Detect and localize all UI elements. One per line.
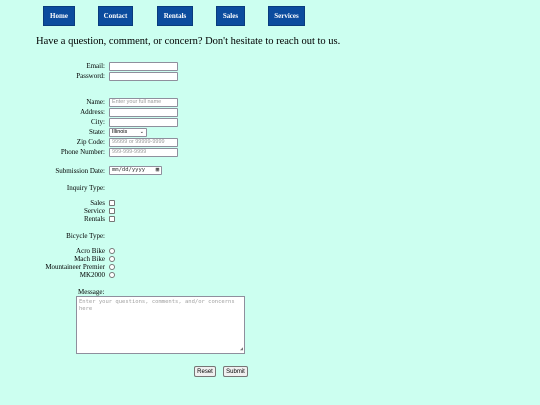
bicycle-option-label: MK2000 bbox=[79, 271, 105, 279]
name-label: Name: bbox=[86, 98, 105, 106]
bicycle-acro-radio[interactable] bbox=[109, 248, 115, 254]
zip-label: Zip Code: bbox=[76, 138, 105, 146]
bicycle-option-label: Mach Bike bbox=[74, 255, 105, 263]
inquiry-option-label: Rentals bbox=[84, 215, 105, 223]
intro-text: Have a question, comment, or concern? Do… bbox=[36, 36, 341, 47]
chevron-down-icon: ⌄ bbox=[139, 129, 144, 135]
phone-field[interactable]: 999-999-9999 bbox=[109, 148, 178, 157]
phone-label: Phone Number: bbox=[60, 148, 105, 156]
password-field[interactable] bbox=[109, 72, 178, 81]
inquiry-sales-checkbox[interactable] bbox=[109, 200, 115, 206]
password-label: Password: bbox=[76, 72, 105, 80]
message-placeholder: Enter your questions, comments, and/or c… bbox=[79, 299, 235, 312]
reset-button[interactable]: Reset bbox=[194, 366, 216, 377]
state-value: Illinois bbox=[112, 129, 128, 135]
city-field[interactable] bbox=[109, 118, 178, 127]
nav-home[interactable]: Home bbox=[43, 6, 75, 26]
submission-date-field[interactable]: mm/dd/yyyy ▦ bbox=[109, 166, 162, 175]
name-field[interactable]: Enter your full name bbox=[109, 98, 178, 107]
email-label: Email: bbox=[86, 62, 105, 70]
date-placeholder: mm/dd/yyyy bbox=[112, 167, 146, 173]
state-label: State: bbox=[89, 128, 105, 136]
message-label: Message: bbox=[78, 288, 105, 296]
inquiry-option-label: Sales bbox=[90, 199, 105, 207]
email-field[interactable] bbox=[109, 62, 178, 71]
resize-grip-icon[interactable]: ◢ bbox=[240, 346, 243, 353]
calendar-icon[interactable]: ▦ bbox=[156, 167, 159, 174]
bicycle-mountaineer-radio[interactable] bbox=[109, 264, 115, 270]
nav-services[interactable]: Services bbox=[268, 6, 305, 26]
nav-contact[interactable]: Contact bbox=[98, 6, 133, 26]
city-label: City: bbox=[90, 118, 105, 126]
bicycle-option-label: Acro Bike bbox=[76, 247, 105, 255]
nav-rentals[interactable]: Rentals bbox=[157, 6, 193, 26]
state-select[interactable]: Illinois ⌄ bbox=[109, 128, 147, 137]
inquiry-type-label: Inquiry Type: bbox=[66, 184, 105, 192]
message-textarea[interactable]: Enter your questions, comments, and/or c… bbox=[76, 296, 245, 354]
bicycle-option-label: Mountaineer Premier bbox=[45, 263, 105, 271]
address-label: Address: bbox=[80, 108, 105, 116]
zip-field[interactable]: 99999 or 99999-9999 bbox=[109, 138, 178, 147]
address-field[interactable] bbox=[109, 108, 178, 117]
inquiry-rentals-checkbox[interactable] bbox=[109, 216, 115, 222]
submission-date-label: Submission Date: bbox=[55, 167, 105, 175]
bicycle-type-label: Bicycle Type: bbox=[66, 232, 105, 240]
submit-button[interactable]: Submit bbox=[223, 366, 248, 377]
inquiry-option-label: Service bbox=[84, 207, 105, 215]
inquiry-service-checkbox[interactable] bbox=[109, 208, 115, 214]
bicycle-mk2000-radio[interactable] bbox=[109, 272, 115, 278]
bicycle-mach-radio[interactable] bbox=[109, 256, 115, 262]
nav-sales[interactable]: Sales bbox=[216, 6, 245, 26]
